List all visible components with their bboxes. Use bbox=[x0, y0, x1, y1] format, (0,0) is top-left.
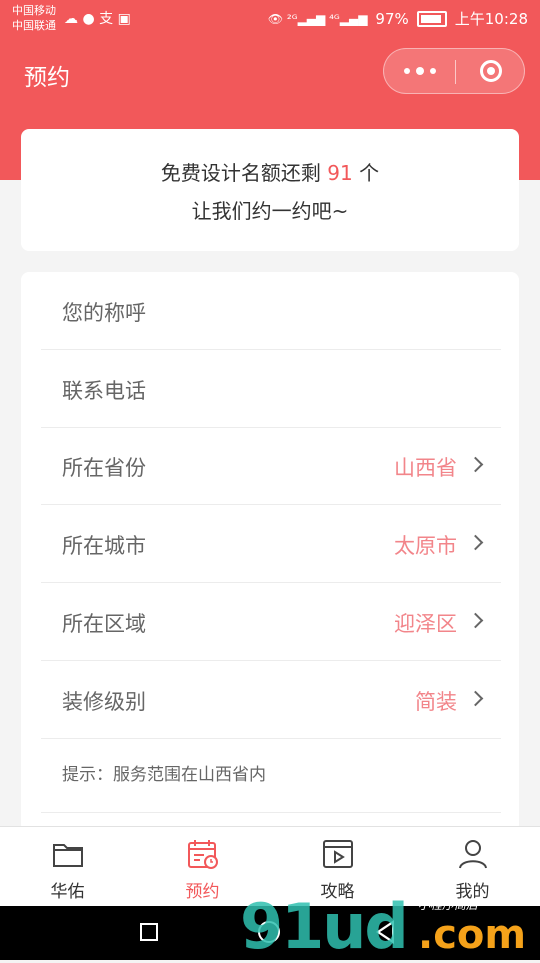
status-bar: 中国移动 中国联通 ☁ ● 支 ▣ 👁 ²ᴳ▂▄▆ ⁴ᴳ▂▄▆ 97% 上午10… bbox=[0, 0, 540, 36]
service-hint: 提示：服务范围在山西省内 bbox=[62, 765, 266, 785]
tab-mine[interactable]: 我的 bbox=[405, 827, 540, 907]
carrier-info: 中国移动 中国联通 bbox=[12, 3, 56, 33]
tab-booking[interactable]: 预约 bbox=[135, 827, 270, 907]
phone-field[interactable]: 联系电话 bbox=[41, 350, 501, 428]
decoration-level-value: 简装 bbox=[415, 690, 457, 714]
province-value: 山西省 bbox=[394, 456, 457, 480]
chevron-right-icon bbox=[467, 534, 484, 551]
tab-label: 华佑 bbox=[50, 882, 85, 902]
field-label: 装修级别 bbox=[62, 690, 146, 714]
system-navigation-bar bbox=[0, 906, 540, 960]
carrier-2: 中国联通 bbox=[12, 19, 56, 32]
city-select[interactable]: 所在城市 太原市 bbox=[41, 505, 501, 583]
folder-icon bbox=[52, 844, 83, 867]
chevron-right-icon bbox=[467, 690, 484, 707]
battery-percent: 97% bbox=[375, 9, 409, 28]
carrier-1: 中国移动 bbox=[12, 4, 56, 17]
decoration-level-select[interactable]: 装修级别 简装 bbox=[41, 661, 501, 739]
page-title: 预约 bbox=[24, 65, 70, 91]
miniprogram-capsule bbox=[383, 48, 525, 94]
district-value: 迎泽区 bbox=[394, 612, 457, 636]
back-icon[interactable] bbox=[376, 920, 394, 944]
field-label: 您的称呼 bbox=[62, 301, 146, 325]
capsule-divider bbox=[455, 60, 456, 84]
tab-label: 预约 bbox=[185, 882, 220, 902]
calendar-icon bbox=[187, 840, 218, 869]
province-select[interactable]: 所在省份 山西省 bbox=[41, 427, 501, 505]
field-label: 所在省份 bbox=[62, 456, 146, 480]
video-icon bbox=[322, 840, 353, 868]
status-right: 👁 ²ᴳ▂▄▆ ⁴ᴳ▂▄▆ 97% 上午10:28 bbox=[268, 8, 528, 29]
tab-huayou[interactable]: 华佑 bbox=[0, 827, 135, 907]
promo-card: 免费设计名额还剩 91 个 让我们约一约吧~ bbox=[21, 129, 519, 251]
field-label: 联系电话 bbox=[62, 379, 146, 403]
name-field[interactable]: 您的称呼 bbox=[41, 272, 501, 350]
signal-icons: 👁 ²ᴳ▂▄▆ ⁴ᴳ▂▄▆ bbox=[267, 11, 368, 26]
battery-icon bbox=[416, 10, 447, 27]
close-miniprogram-icon[interactable] bbox=[480, 60, 502, 82]
district-select[interactable]: 所在区域 迎泽区 bbox=[41, 583, 501, 661]
field-label: 所在城市 bbox=[62, 534, 146, 558]
field-label: 所在区域 bbox=[62, 612, 146, 636]
promo-count: 91 bbox=[327, 161, 353, 185]
recent-apps-icon[interactable] bbox=[140, 923, 158, 941]
promo-text-after: 个 bbox=[359, 161, 380, 185]
tab-guide[interactable]: 攻略 bbox=[270, 827, 405, 907]
tab-bar: 华佑 预约 攻略 我的 bbox=[0, 826, 540, 907]
promo-line-1: 免费设计名额还剩 91 个 bbox=[21, 157, 519, 186]
more-icon[interactable] bbox=[404, 61, 444, 81]
booking-form: 您的称呼 联系电话 所在省份 山西省 所在城市 太原市 所在区域 迎泽区 装修级… bbox=[21, 272, 519, 832]
city-value: 太原市 bbox=[394, 534, 457, 558]
chevron-right-icon bbox=[467, 456, 484, 473]
chevron-right-icon bbox=[467, 612, 484, 629]
notification-icons: ☁ ● 支 ▣ bbox=[64, 11, 131, 27]
promo-line-2: 让我们约一约吧~ bbox=[191, 199, 349, 223]
user-icon bbox=[458, 840, 487, 869]
tab-label: 攻略 bbox=[320, 882, 355, 902]
divider bbox=[41, 812, 501, 813]
promo-text-before: 免费设计名额还剩 bbox=[160, 161, 321, 185]
home-icon[interactable] bbox=[258, 921, 280, 943]
clock: 上午10:28 bbox=[454, 10, 528, 28]
tab-label: 我的 bbox=[455, 882, 490, 902]
